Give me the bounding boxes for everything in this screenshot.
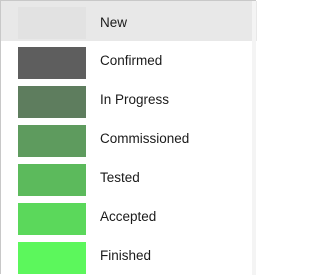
status-row-commissioned[interactable]: Commissioned (1, 119, 257, 158)
status-label-accepted: Accepted (100, 209, 157, 224)
status-row-confirmed[interactable]: Confirmed (1, 41, 257, 80)
color-swatch-in-progress[interactable] (18, 86, 86, 118)
status-row-tested[interactable]: Tested (1, 158, 257, 197)
color-swatch-confirmed[interactable] (18, 47, 86, 79)
color-swatch-finished[interactable] (18, 242, 86, 274)
status-label-commissioned: Commissioned (100, 131, 190, 146)
color-swatch-accepted[interactable] (18, 203, 86, 235)
status-list: New Confirmed In Progress Commissioned T… (1, 1, 257, 275)
status-label-new: New (100, 14, 128, 30)
status-label-tested: Tested (100, 170, 140, 185)
status-row-accepted[interactable]: Accepted (1, 197, 257, 236)
color-swatch-commissioned[interactable] (18, 125, 86, 157)
status-label-confirmed: Confirmed (100, 53, 163, 68)
status-row-new[interactable]: New (1, 1, 257, 41)
status-row-in-progress[interactable]: In Progress (1, 80, 257, 119)
color-swatch-new[interactable] (18, 7, 86, 39)
status-label-finished: Finished (100, 248, 152, 263)
status-color-list-panel: New Confirmed In Progress Commissioned T… (0, 0, 257, 275)
color-swatch-tested[interactable] (18, 164, 86, 196)
status-label-in-progress: In Progress (100, 92, 170, 107)
scrollbar-track[interactable] (252, 1, 256, 275)
status-row-finished[interactable]: Finished (1, 236, 257, 275)
